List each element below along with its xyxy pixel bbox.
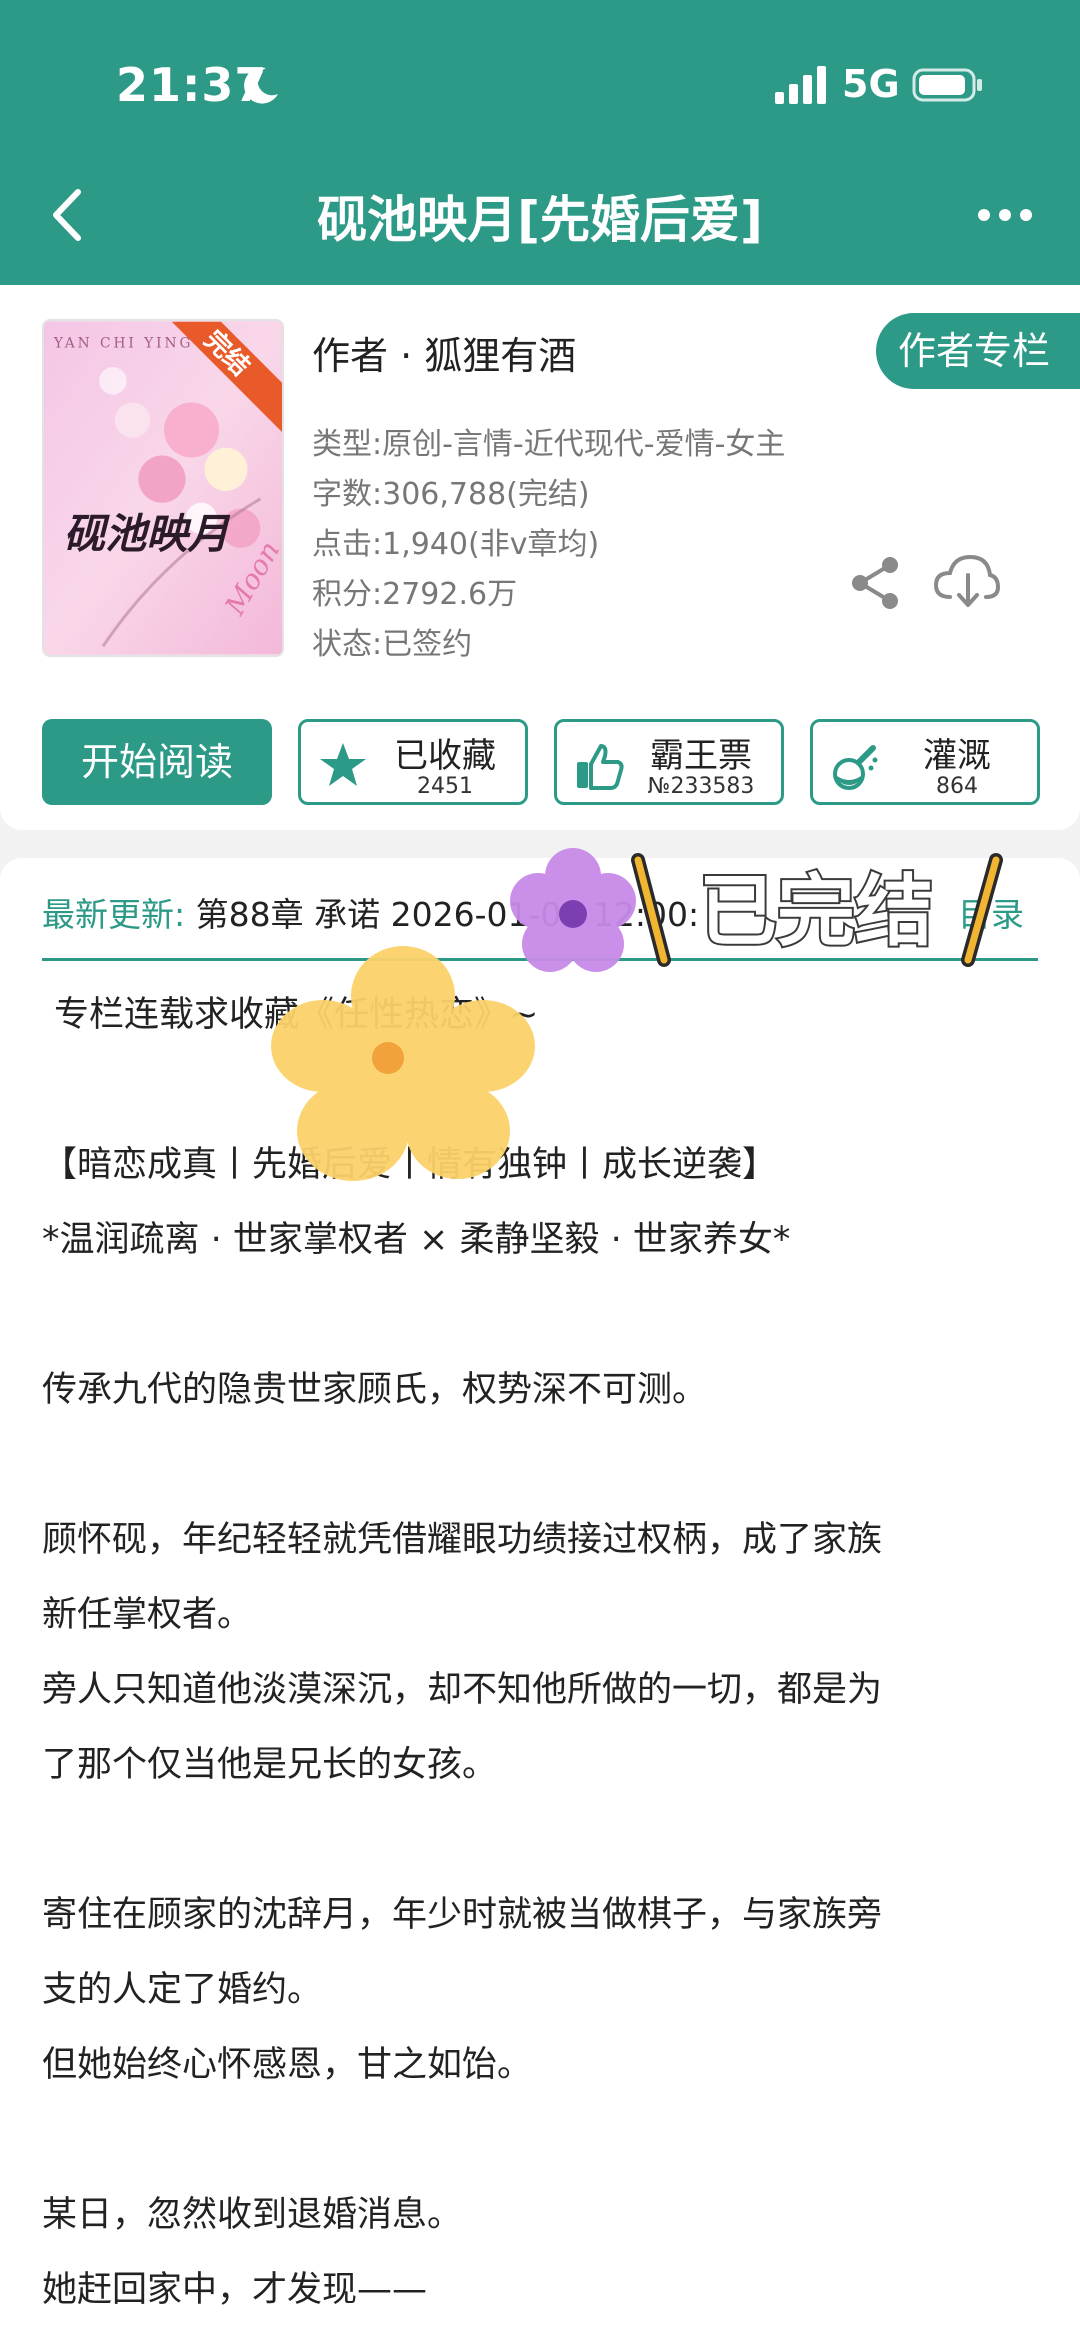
svg-text:砚池映月: 砚池映月 bbox=[64, 509, 231, 558]
ticket-button[interactable]: 霸王票 №233583 bbox=[554, 719, 784, 805]
synopsis-line: 新任掌权者。 bbox=[42, 1595, 253, 1635]
start-reading-button[interactable]: 开始阅读 bbox=[42, 719, 272, 805]
synopsis-line: *温润疏离 · 世家掌权者 × 柔静坚毅 · 世家养女* bbox=[42, 1220, 791, 1260]
collect-label: 已收藏 bbox=[394, 736, 496, 776]
synopsis-card: 最新更新: 第88章 承诺 2026-01-06 12:00: 目录 专栏连载求… bbox=[0, 858, 1080, 2346]
ticket-label: 霸王票 bbox=[650, 736, 752, 776]
collect-count: 2451 bbox=[417, 774, 473, 799]
completed-sticker: 已完结 bbox=[631, 853, 1003, 967]
battery-icon bbox=[912, 68, 982, 102]
book-type: 类型:原创-言情-近代现代-爱情-女主 bbox=[312, 427, 786, 462]
synopsis-line: 但她始终心怀感恩，甘之如饴。 bbox=[42, 2045, 533, 2085]
collect-button[interactable]: 已收藏 2451 bbox=[298, 719, 528, 805]
book-score: 积分:2792.6万 bbox=[312, 577, 518, 612]
synopsis-line: 传承九代的隐贵世家顾氏，权势深不可测。 bbox=[42, 1370, 708, 1410]
share-icon[interactable] bbox=[848, 555, 904, 611]
star-icon bbox=[320, 743, 366, 786]
page-title: 砚池映月[先婚后爱] bbox=[317, 191, 763, 249]
water-button[interactable]: 灌溉 864 bbox=[810, 719, 1040, 805]
moon-icon bbox=[244, 67, 278, 104]
signal-icon bbox=[775, 66, 826, 104]
book-info-card: YAN CHI YING Moon 砚池映月 完结 作者 · 狐狸有酒 作者专栏… bbox=[0, 285, 1080, 830]
svg-text:已完结: 已完结 bbox=[699, 867, 933, 957]
thumbs-up-icon bbox=[577, 744, 624, 790]
app-header: 21:37 5G 砚池映月[先婚后爱] bbox=[0, 0, 1080, 285]
book-cover[interactable]: YAN CHI YING Moon 砚池映月 完结 bbox=[42, 319, 284, 657]
water-label: 灌溉 bbox=[923, 736, 991, 776]
synopsis-line: 她赶回家中，才发现—— bbox=[42, 2270, 428, 2310]
water-count: 864 bbox=[936, 774, 978, 799]
synopsis-line: 【暗恋成真丨先婚后爱丨情有独钟丨成长逆袭】 bbox=[42, 1145, 778, 1185]
more-icon[interactable] bbox=[970, 185, 1040, 245]
ticket-count: №233583 bbox=[647, 774, 755, 799]
download-icon[interactable] bbox=[932, 551, 1000, 611]
book-status: 状态:已签约 bbox=[312, 627, 473, 662]
synopsis-line: 寄住在顾家的沈辞月，年少时就被当做棋子，与家族旁 bbox=[42, 1895, 883, 1935]
cover-art: YAN CHI YING Moon 砚池映月 完结 bbox=[44, 321, 282, 655]
back-arrow-icon[interactable] bbox=[40, 180, 100, 250]
author-name[interactable]: 作者 · 狐狸有酒 bbox=[312, 325, 576, 380]
latest-update-label: 最新更新: bbox=[42, 895, 186, 934]
status-bar: 21:37 5G bbox=[0, 0, 1080, 170]
watering-flask-icon bbox=[833, 745, 878, 790]
yellow-flower-icon bbox=[271, 946, 535, 1181]
network-type: 5G bbox=[842, 62, 900, 106]
svg-text:YAN CHI YING: YAN CHI YING bbox=[53, 335, 194, 351]
nav-bar: 砚池映月[先婚后爱] bbox=[0, 160, 1080, 270]
synopsis-line: 某日，忽然收到退婚消息。 bbox=[42, 2195, 463, 2235]
synopsis-line: 支的人定了婚约。 bbox=[42, 1970, 323, 2010]
book-clicks: 点击:1,940(非v章均) bbox=[312, 527, 600, 562]
synopsis-line: 顾怀砚，年纪轻轻就凭借耀眼功绩接过权柄，成了家族 bbox=[42, 1520, 883, 1560]
synopsis-line: 旁人只知道他淡漠深沉，却不知他所做的一切，都是为 bbox=[42, 1670, 883, 1710]
synopsis-line: 了那个仅当他是兄长的女孩。 bbox=[42, 1745, 498, 1785]
synopsis-line: 专栏连载求收藏《任性热恋》~ bbox=[54, 986, 1054, 1037]
book-word-count: 字数:306,788(完结) bbox=[312, 477, 590, 512]
author-column-button[interactable]: 作者专栏 bbox=[876, 313, 1080, 389]
